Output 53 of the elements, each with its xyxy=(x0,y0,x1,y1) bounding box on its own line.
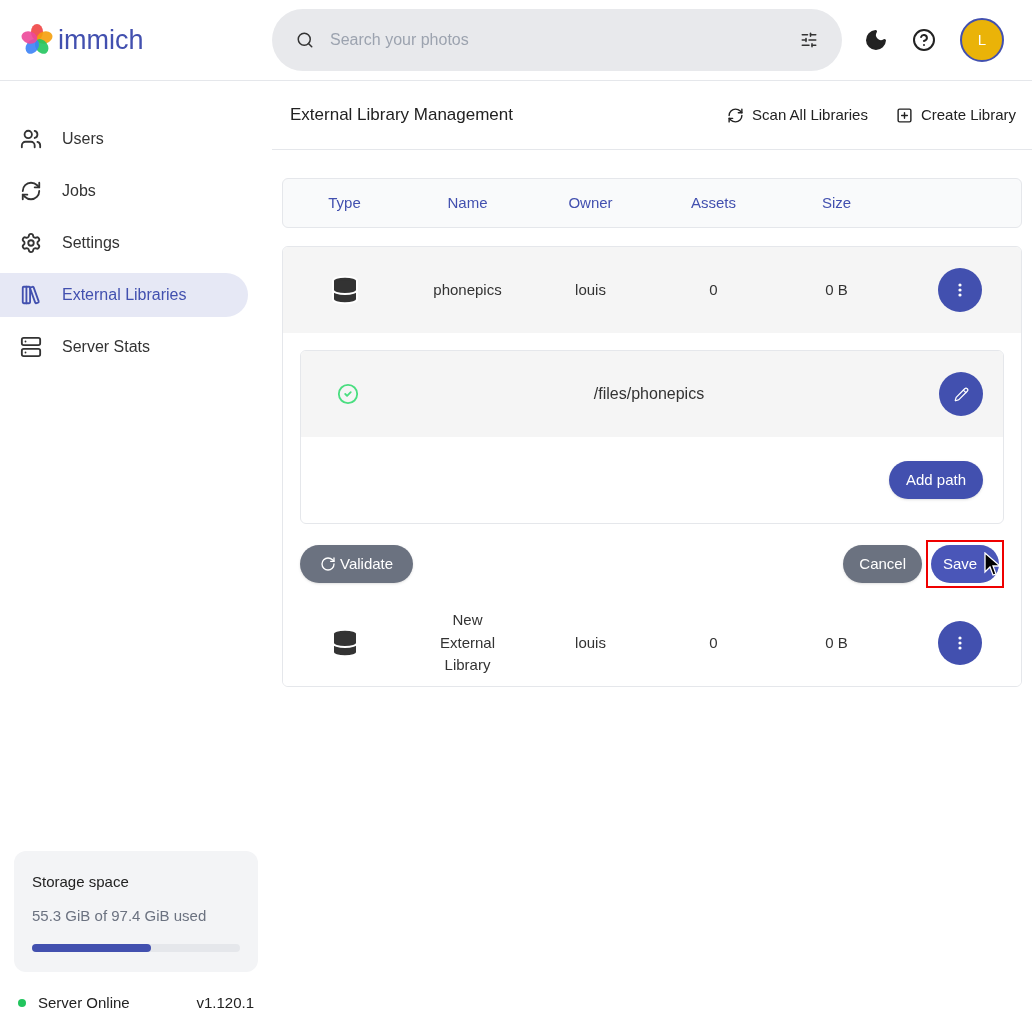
sidebar-item[interactable]: Server Stats xyxy=(0,325,248,369)
sync-icon xyxy=(20,180,42,202)
sidebar-item[interactable]: External Libraries xyxy=(0,273,248,317)
column-header: Name xyxy=(447,192,488,213)
refresh-icon xyxy=(320,556,336,572)
valid-check-icon xyxy=(337,383,359,405)
storage-title: Storage space xyxy=(32,871,130,892)
server-version: v1.120.1 xyxy=(196,992,254,1013)
column-header: Size xyxy=(821,192,852,213)
help-icon[interactable] xyxy=(912,28,936,52)
mouse-pointer-icon xyxy=(984,552,1002,578)
header-action-button[interactable]: Create Library xyxy=(895,103,1016,127)
books-icon xyxy=(20,284,42,306)
add-path-button[interactable]: Add path xyxy=(888,461,983,499)
search-bar[interactable]: Search your photos xyxy=(272,9,842,71)
validate-button[interactable]: Validate xyxy=(300,545,414,583)
column-header: Assets xyxy=(691,192,736,213)
server-icon xyxy=(20,336,42,358)
more-button[interactable] xyxy=(937,268,982,312)
filter-icon[interactable] xyxy=(800,31,818,49)
sidebar-item[interactable]: Users xyxy=(0,117,248,161)
sidebar-item[interactable]: Jobs xyxy=(0,169,248,213)
server-status: Server Online xyxy=(38,992,130,1013)
gear-icon xyxy=(20,232,42,254)
logo-text: immich xyxy=(58,23,144,57)
library-size: 0 B xyxy=(825,632,848,653)
logo-icon xyxy=(20,23,54,57)
library-path: /files/phonepics xyxy=(592,384,706,404)
asset-count: 0 xyxy=(709,632,718,653)
library-owner: louis xyxy=(575,279,606,300)
sync-icon xyxy=(727,106,745,124)
users-icon xyxy=(20,128,42,150)
search-icon xyxy=(296,31,314,49)
asset-count: 0 xyxy=(709,279,718,300)
search-field[interactable]: Search your photos xyxy=(330,28,784,52)
storage-usage: 55.3 GiB of 97.4 GiB used xyxy=(32,906,208,926)
library-name: phonepics xyxy=(432,279,503,300)
column-header: Owner xyxy=(568,192,613,213)
library-name: New External Library xyxy=(439,610,496,676)
cancel-button[interactable]: Cancel xyxy=(843,545,922,583)
dark-mode-icon[interactable] xyxy=(864,28,888,52)
more-button[interactable] xyxy=(937,621,982,665)
more-icon xyxy=(957,283,962,297)
edit-path-button[interactable] xyxy=(939,372,983,416)
more-icon xyxy=(957,636,962,650)
header-action-button[interactable]: Scan All Libraries xyxy=(727,103,868,127)
sidebar-item[interactable]: Settings xyxy=(0,221,248,265)
page-title: External Library Management xyxy=(290,104,513,127)
pencil-icon xyxy=(953,386,969,402)
column-header: Type xyxy=(328,192,361,213)
library-size: 0 B xyxy=(825,279,848,300)
library-owner: louis xyxy=(575,632,606,653)
plus-square-icon xyxy=(895,106,913,124)
